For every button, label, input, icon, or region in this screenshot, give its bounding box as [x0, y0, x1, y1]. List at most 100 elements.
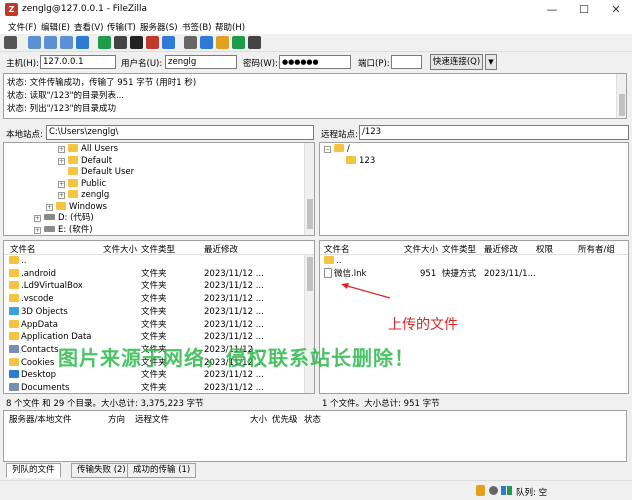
- transfer-queue[interactable]: 服务器/本地文件 方向 远程文件 大小 优先级 状态: [3, 410, 627, 462]
- expand-icon[interactable]: +: [58, 192, 65, 199]
- column-owner[interactable]: 所有者/组: [578, 243, 615, 255]
- quickconnect-button[interactable]: 快速连接(Q): [430, 54, 483, 70]
- reconnect-icon[interactable]: [162, 36, 175, 49]
- tree-item-public[interactable]: + Public: [58, 178, 106, 190]
- log-scrollbar[interactable]: [616, 74, 626, 118]
- expand-icon[interactable]: +: [34, 215, 41, 222]
- tree-item-windows[interactable]: + Windows: [46, 201, 107, 213]
- menu-transfer[interactable]: 传输(T): [107, 21, 136, 33]
- column-filetype[interactable]: 文件类型: [442, 243, 476, 255]
- process-queue-icon[interactable]: [114, 36, 127, 49]
- column-filesize[interactable]: 文件大小: [404, 243, 438, 255]
- tab-successful-transfers[interactable]: 成功的传输 (1): [127, 463, 197, 478]
- tree-item-123[interactable]: 123: [346, 155, 375, 167]
- table-row[interactable]: ..: [4, 255, 302, 268]
- site-manager-icon[interactable]: [4, 36, 17, 49]
- close-button[interactable]: ✕: [600, 0, 632, 20]
- menu-view[interactable]: 查看(V): [74, 21, 103, 33]
- port-field[interactable]: [391, 55, 422, 69]
- queue-column-server-local[interactable]: 服务器/本地文件: [9, 413, 71, 425]
- expand-icon[interactable]: +: [58, 146, 65, 153]
- host-field[interactable]: 127.0.0.1: [40, 55, 116, 69]
- tree-item-default[interactable]: + Default: [58, 155, 112, 167]
- local-path-field[interactable]: C:\Users\zenglg\: [46, 125, 314, 140]
- queue-column-remote[interactable]: 远程文件: [135, 413, 169, 425]
- search-icon[interactable]: [200, 36, 213, 49]
- queue-column-direction[interactable]: 方向: [108, 413, 125, 425]
- tree-item-root[interactable]: − /: [324, 143, 350, 155]
- table-row[interactable]: AppData 文件夹 2023/11/12 ...: [4, 319, 302, 332]
- tree-item-default-user[interactable]: Default User: [68, 166, 134, 178]
- remote-path-field[interactable]: /123: [359, 125, 629, 140]
- table-row[interactable]: 3D Objects 文件夹 2023/11/12 ...: [4, 306, 302, 319]
- table-row[interactable]: .vscode 文件夹 2023/11/12 ...: [4, 293, 302, 306]
- cancel-icon[interactable]: [130, 36, 143, 49]
- column-filename[interactable]: 文件名: [10, 243, 36, 255]
- tree-item-drive-e[interactable]: + E: (软件): [34, 224, 93, 236]
- queue-column-status[interactable]: 状态: [304, 413, 321, 425]
- filter-icon[interactable]: [184, 36, 197, 49]
- maximize-button[interactable]: ☐: [568, 0, 600, 20]
- username-field[interactable]: zenglg: [165, 55, 237, 69]
- local-directory-tree[interactable]: + All Users + Default Default User + Public…: [3, 142, 315, 236]
- expand-icon[interactable]: +: [58, 180, 65, 188]
- tree-item-all-users[interactable]: + All Users: [58, 143, 118, 155]
- table-row[interactable]: Documents 文件夹 2023/11/12 ...: [4, 382, 302, 393]
- username-label: 用户名(U):: [121, 59, 163, 69]
- expand-icon[interactable]: +: [34, 226, 41, 234]
- column-permissions[interactable]: 权限: [536, 243, 553, 255]
- drive-icon: [44, 225, 55, 232]
- compare-icon[interactable]: [216, 36, 229, 49]
- expand-icon[interactable]: +: [58, 157, 65, 165]
- folder-icon: [9, 306, 19, 315]
- refresh-icon[interactable]: [98, 36, 111, 49]
- folder-icon: [346, 155, 356, 164]
- watermark-text: 图片来源于网络，侵权联系站长删除！: [58, 346, 415, 370]
- column-filetype[interactable]: 文件类型: [141, 243, 175, 255]
- column-filesize[interactable]: 文件大小: [103, 243, 137, 255]
- folder-icon: [9, 332, 19, 341]
- password-label: 密码(W):: [243, 59, 278, 69]
- remote-directory-tree[interactable]: −/ 123: [319, 142, 629, 236]
- table-row[interactable]: .Ld9VirtualBox 文件夹 2023/11/12 ...: [4, 280, 302, 293]
- column-filename[interactable]: 文件名: [324, 243, 350, 255]
- toggle-remote-tree-icon[interactable]: [60, 36, 73, 49]
- menu-help[interactable]: 帮助(H): [215, 21, 245, 33]
- password-field[interactable]: ●●●●●●: [279, 55, 351, 69]
- remote-site-bar: 远程站点: /123: [319, 124, 629, 142]
- sync-browse-icon[interactable]: [232, 36, 245, 49]
- list-item[interactable]: 微信.lnk 951 快捷方式 2023/11/1...: [320, 268, 628, 281]
- column-modified[interactable]: 最近修改: [484, 243, 518, 255]
- scrollbar-thumb[interactable]: [307, 199, 313, 229]
- queue-column-priority[interactable]: 优先级: [272, 413, 298, 425]
- local-tree-scrollbar[interactable]: [304, 143, 314, 235]
- user-folder-icon: [68, 190, 78, 198]
- menu-edit[interactable]: 编辑(E): [41, 21, 70, 33]
- tab-queued-files[interactable]: 列队的文件: [6, 463, 61, 478]
- tree-item-drive-d[interactable]: + D: (代码): [34, 212, 94, 224]
- toggle-local-tree-icon[interactable]: [44, 36, 57, 49]
- disconnect-icon[interactable]: [146, 36, 159, 49]
- toggle-log-icon[interactable]: [28, 36, 41, 49]
- toggle-queue-icon[interactable]: [76, 36, 89, 49]
- queue-column-size[interactable]: 大小: [250, 413, 267, 425]
- message-log[interactable]: 状态: 文件传输成功，传输了 951 字节 (用时1 秒) 状态: 读取"/12…: [3, 73, 627, 119]
- tree-item-zenglg[interactable]: + zenglg: [58, 189, 109, 201]
- find-files-icon[interactable]: [248, 36, 261, 49]
- tab-failed-transfers[interactable]: 传输失败 (2): [71, 463, 132, 478]
- table-row[interactable]: .android 文件夹 2023/11/12 ...: [4, 268, 302, 281]
- local-list-scrollbar[interactable]: [304, 255, 314, 393]
- list-item[interactable]: ..: [320, 255, 628, 268]
- column-modified[interactable]: 最近修改: [204, 243, 238, 255]
- scrollbar-thumb[interactable]: [619, 94, 625, 116]
- table-row[interactable]: Desktop 文件夹 2023/11/12 ...: [4, 369, 302, 382]
- collapse-icon[interactable]: −: [324, 146, 331, 153]
- menu-bookmarks[interactable]: 书签(B): [182, 21, 211, 33]
- menu-server[interactable]: 服务器(S): [140, 21, 178, 33]
- minimize-button[interactable]: —: [536, 0, 568, 20]
- quickconnect-dropdown-button[interactable]: ▼: [485, 54, 497, 70]
- expand-icon[interactable]: +: [46, 203, 53, 211]
- scrollbar-thumb[interactable]: [307, 257, 313, 291]
- port-label: 端口(P):: [358, 59, 390, 69]
- menu-file[interactable]: 文件(F): [8, 21, 37, 33]
